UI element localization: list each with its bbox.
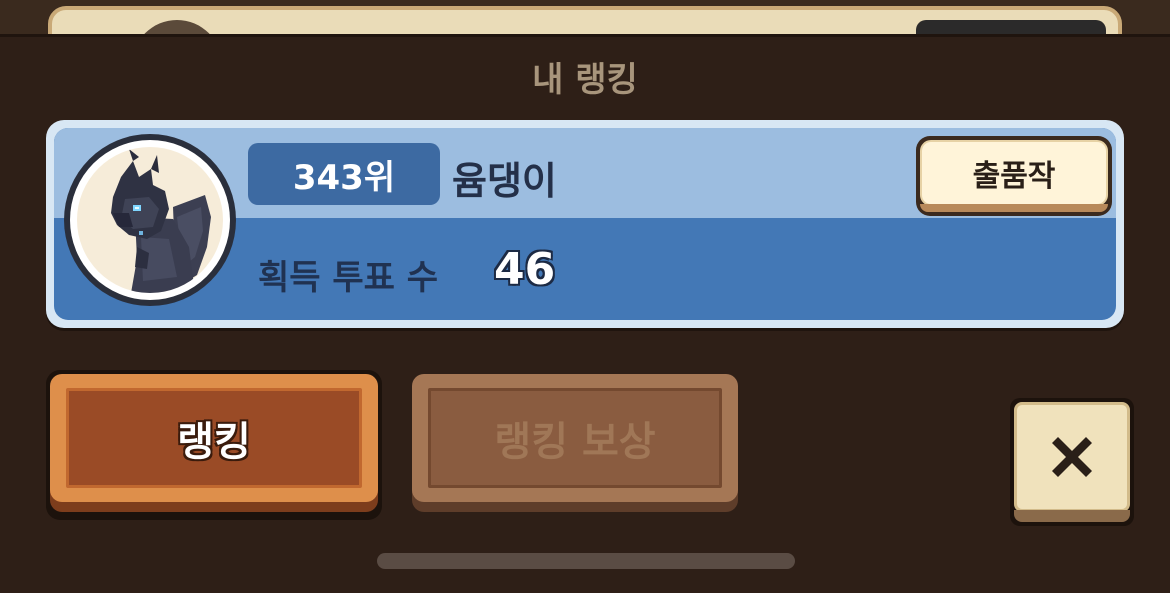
close-icon <box>1052 437 1092 477</box>
votes-value: 46 <box>494 244 556 295</box>
ranking-button[interactable]: 랭킹 <box>46 370 382 520</box>
close-button[interactable] <box>1010 398 1134 526</box>
dragon-character-icon <box>77 147 223 293</box>
sheet-title: 내 랭킹 <box>532 60 638 100</box>
home-indicator[interactable] <box>377 553 795 569</box>
ranking-reward-button[interactable]: 랭킹 보상 <box>408 370 742 520</box>
player-name: 윰댕이 <box>452 159 557 203</box>
rank-badge: 343위 <box>248 143 440 205</box>
work-entry-label: 출품작 <box>920 140 1108 206</box>
ranking-reward-button-label: 랭킹 보상 <box>428 388 722 488</box>
ranking-button-label: 랭킹 <box>66 388 362 488</box>
work-entry-button[interactable]: 출품작 <box>916 136 1112 216</box>
avatar[interactable] <box>64 134 236 306</box>
votes-label: 획득 투표 수 <box>258 258 439 298</box>
